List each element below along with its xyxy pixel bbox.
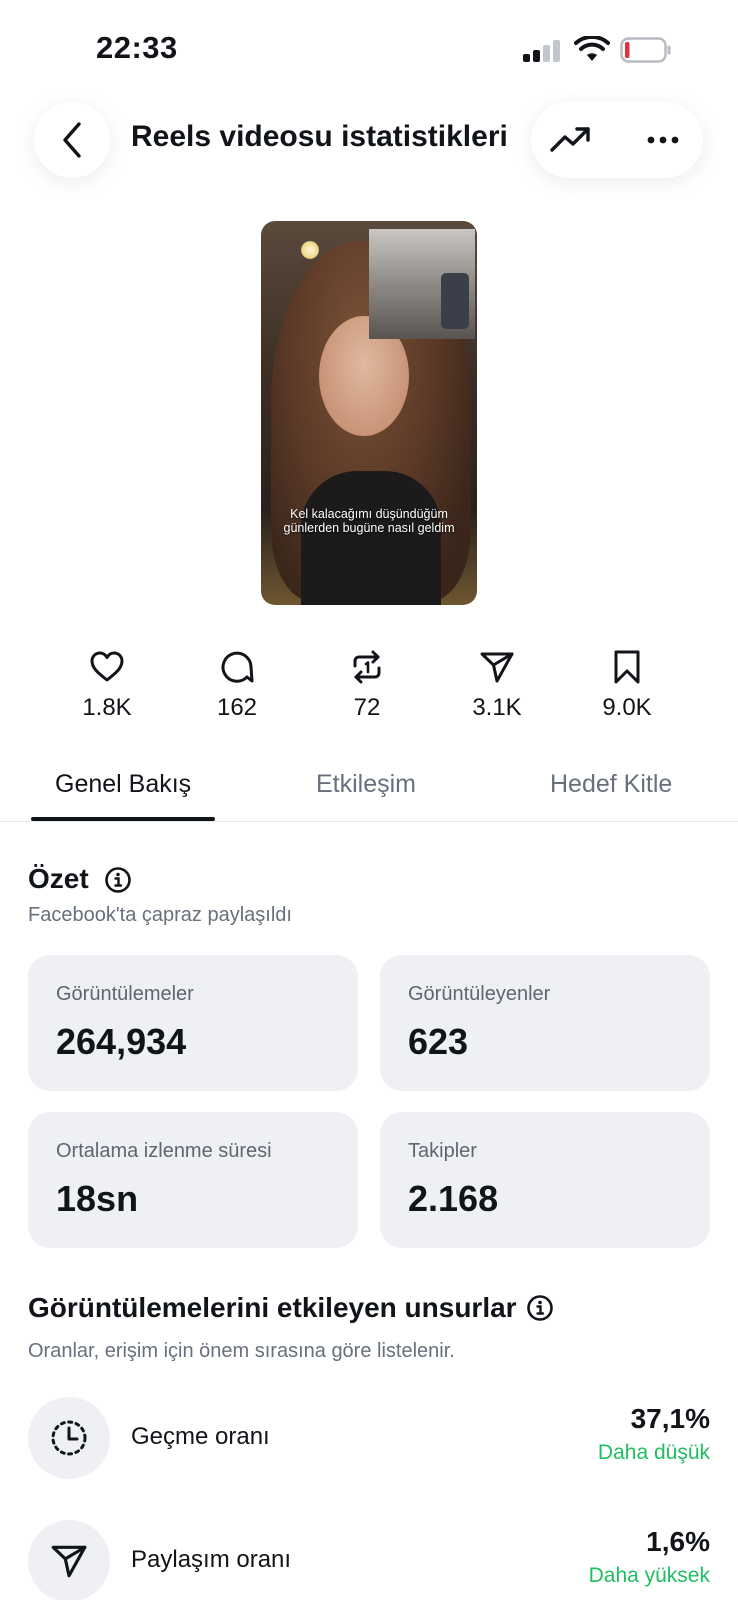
metric-likes-value: 1.8K xyxy=(82,694,132,721)
caption-line-2: günlerden bugüne nasıl geldim xyxy=(283,521,455,535)
status-time: 22:33 xyxy=(96,30,178,65)
factors-subtitle: Oranlar, erişim için önem sırasına göre … xyxy=(28,1340,455,1362)
page-title: Reels videosu istatistikleri xyxy=(131,120,508,153)
thumbnail-shirt xyxy=(301,471,441,605)
thumbnail-phone xyxy=(441,273,469,329)
stat-card-value: 18sn xyxy=(56,1178,139,1219)
stat-card-label: Ortalama izlenme süresi xyxy=(56,1140,272,1162)
thumbnail-caption: Kel kalacağımı düşündüğüm günlerden bugü… xyxy=(261,507,477,535)
share-icon xyxy=(51,1545,87,1578)
thumbnail-inset-image xyxy=(369,229,475,339)
metric-likes[interactable]: 1.8K xyxy=(47,648,167,738)
stat-card-avg-watch-time: Ortalama izlenme süresi 18sn xyxy=(28,1112,358,1248)
cellular-signal-icon xyxy=(523,38,563,62)
metric-reposts-value: 72 xyxy=(353,694,381,721)
factor-skip-rate[interactable]: Geçme oranı 37,1% Daha düşük xyxy=(28,1397,710,1479)
share-icon xyxy=(480,652,514,683)
thumbnail-lamp xyxy=(301,241,319,259)
heart-icon xyxy=(90,651,124,682)
tab-engagement[interactable]: Etkileşim xyxy=(316,770,416,799)
metric-saves-value: 9.0K xyxy=(602,694,652,721)
bookmark-icon xyxy=(614,650,640,684)
summary-title: Özet xyxy=(28,863,89,894)
repost-icon xyxy=(353,650,381,684)
factor-comparison: Daha yüksek xyxy=(588,1564,710,1587)
stat-card-views: Görüntülemeler 264,934 xyxy=(28,955,358,1091)
trend-button[interactable] xyxy=(549,120,593,160)
factors-title: Görüntülemelerini etkileyen unsurlar xyxy=(28,1292,517,1323)
reel-thumbnail[interactable]: Kel kalacağımı düşündüğüm günlerden bugü… xyxy=(261,221,477,605)
metric-comments-value: 162 xyxy=(216,694,258,721)
metric-saves[interactable]: 9.0K xyxy=(567,648,687,738)
caption-line-1: Kel kalacağımı düşündüğüm xyxy=(290,507,448,521)
factor-comparison: Daha düşük xyxy=(597,1441,710,1464)
engagement-metrics: 1.8K 162 72 3.1K 9.0K xyxy=(47,648,687,738)
factor-label: Paylaşım oranı xyxy=(131,1546,292,1573)
stat-card-label: Görüntüleyenler xyxy=(408,983,551,1005)
summary-subtitle: Facebook'ta çapraz paylaşıldı xyxy=(28,904,292,926)
more-horizontal-icon xyxy=(647,136,679,144)
battery-icon xyxy=(620,37,671,63)
factor-icon-wrap xyxy=(28,1520,110,1600)
factor-icon-wrap xyxy=(28,1397,110,1479)
metric-reposts[interactable]: 72 xyxy=(307,648,427,738)
metric-shares-value: 3.1K xyxy=(472,694,522,721)
factor-share-rate[interactable]: Paylaşım oranı 1,6% Daha yüksek xyxy=(28,1520,710,1600)
tab-bar: Genel Bakış Etkileşim Hedef Kitle xyxy=(0,760,738,822)
wifi-icon xyxy=(574,36,610,61)
active-tab-indicator xyxy=(31,817,215,821)
tab-audience[interactable]: Hedef Kitle xyxy=(550,770,672,799)
header-actions xyxy=(531,102,703,178)
metric-comments[interactable]: 162 xyxy=(177,648,297,738)
chevron-left-icon xyxy=(63,122,81,158)
more-button[interactable] xyxy=(639,120,687,160)
tab-overview[interactable]: Genel Bakış xyxy=(55,770,191,799)
info-icon[interactable] xyxy=(526,1294,554,1322)
info-icon[interactable] xyxy=(104,866,132,894)
stat-card-value: 2.168 xyxy=(408,1178,499,1219)
stat-card-label: Takipler xyxy=(408,1140,477,1162)
factor-value: 1,6% xyxy=(646,1526,710,1557)
back-button[interactable] xyxy=(34,102,110,178)
metric-shares[interactable]: 3.1K xyxy=(437,648,557,738)
stat-card-viewers: Görüntüleyenler 623 xyxy=(380,955,710,1091)
stat-card-value: 264,934 xyxy=(56,1021,187,1062)
comment-icon xyxy=(221,651,254,683)
trending-up-icon xyxy=(550,127,590,152)
factor-label: Geçme oranı xyxy=(131,1423,270,1450)
stat-card-label: Görüntülemeler xyxy=(56,983,194,1005)
status-bar: 22:33 xyxy=(0,0,738,90)
stat-card-follows: Takipler 2.168 xyxy=(380,1112,710,1248)
factor-value: 37,1% xyxy=(630,1403,710,1434)
stat-card-value: 623 xyxy=(408,1021,469,1062)
timer-icon xyxy=(51,1420,87,1456)
